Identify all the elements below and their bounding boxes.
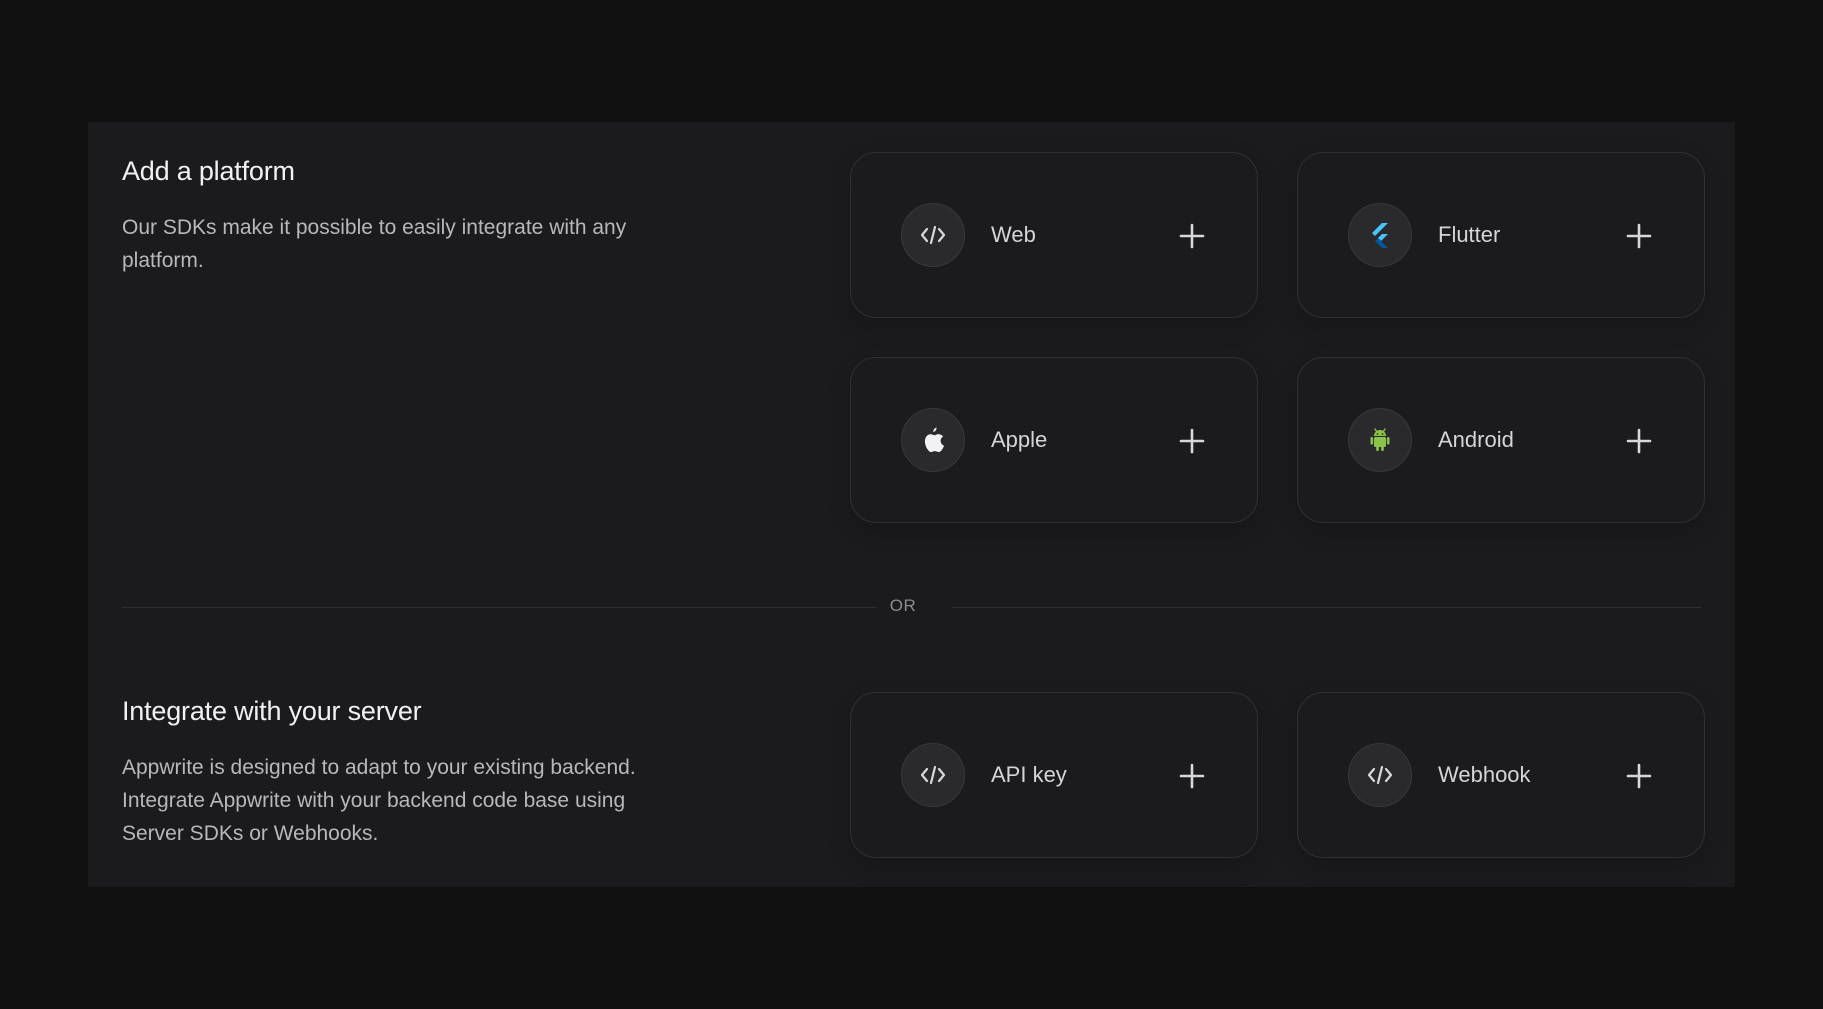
card-label: Web	[991, 222, 1036, 247]
android-icon	[1348, 408, 1412, 472]
card-label: Android	[1438, 427, 1514, 452]
code-icon	[901, 743, 965, 807]
card-label: Webhook	[1438, 762, 1531, 787]
apple-icon	[901, 408, 965, 472]
plus-icon	[1179, 223, 1205, 249]
plus-icon	[1626, 428, 1652, 454]
card-label: Flutter	[1438, 222, 1501, 247]
code-icon	[1348, 743, 1412, 807]
card-label: API key	[991, 762, 1067, 787]
server-section-header: Integrate with your server Appwrite is d…	[122, 696, 722, 850]
add-flutter-platform-card[interactable]: Flutter	[1297, 152, 1705, 318]
add-apple-platform-card[interactable]: Apple	[850, 357, 1258, 523]
divider-line-right	[952, 607, 1701, 608]
plus-icon	[1626, 763, 1652, 789]
code-icon	[901, 203, 965, 267]
server-section-title: Integrate with your server	[122, 696, 422, 726]
plus-icon	[1179, 428, 1205, 454]
add-api-key-card[interactable]: API key	[850, 692, 1258, 858]
card-label: Apple	[991, 427, 1048, 452]
platform-section-description: Our SDKs make it possible to easily inte…	[122, 216, 627, 272]
plus-icon	[1626, 223, 1652, 249]
divider-or-label: OR	[889, 596, 917, 615]
add-webhook-card[interactable]: Webhook	[1297, 692, 1705, 858]
flutter-icon	[1348, 203, 1412, 267]
integrations-panel: Add a platform Our SDKs make it possible…	[88, 122, 1735, 887]
platform-section-header: Add a platform Our SDKs make it possible…	[122, 156, 722, 277]
server-section-description: Appwrite is designed to adapt to your ex…	[122, 756, 636, 845]
plus-icon	[1179, 763, 1205, 789]
platform-section-title: Add a platform	[122, 156, 295, 186]
add-android-platform-card[interactable]: Android	[1297, 357, 1705, 523]
add-web-platform-card[interactable]: Web	[850, 152, 1258, 318]
divider-line-left	[122, 607, 876, 608]
